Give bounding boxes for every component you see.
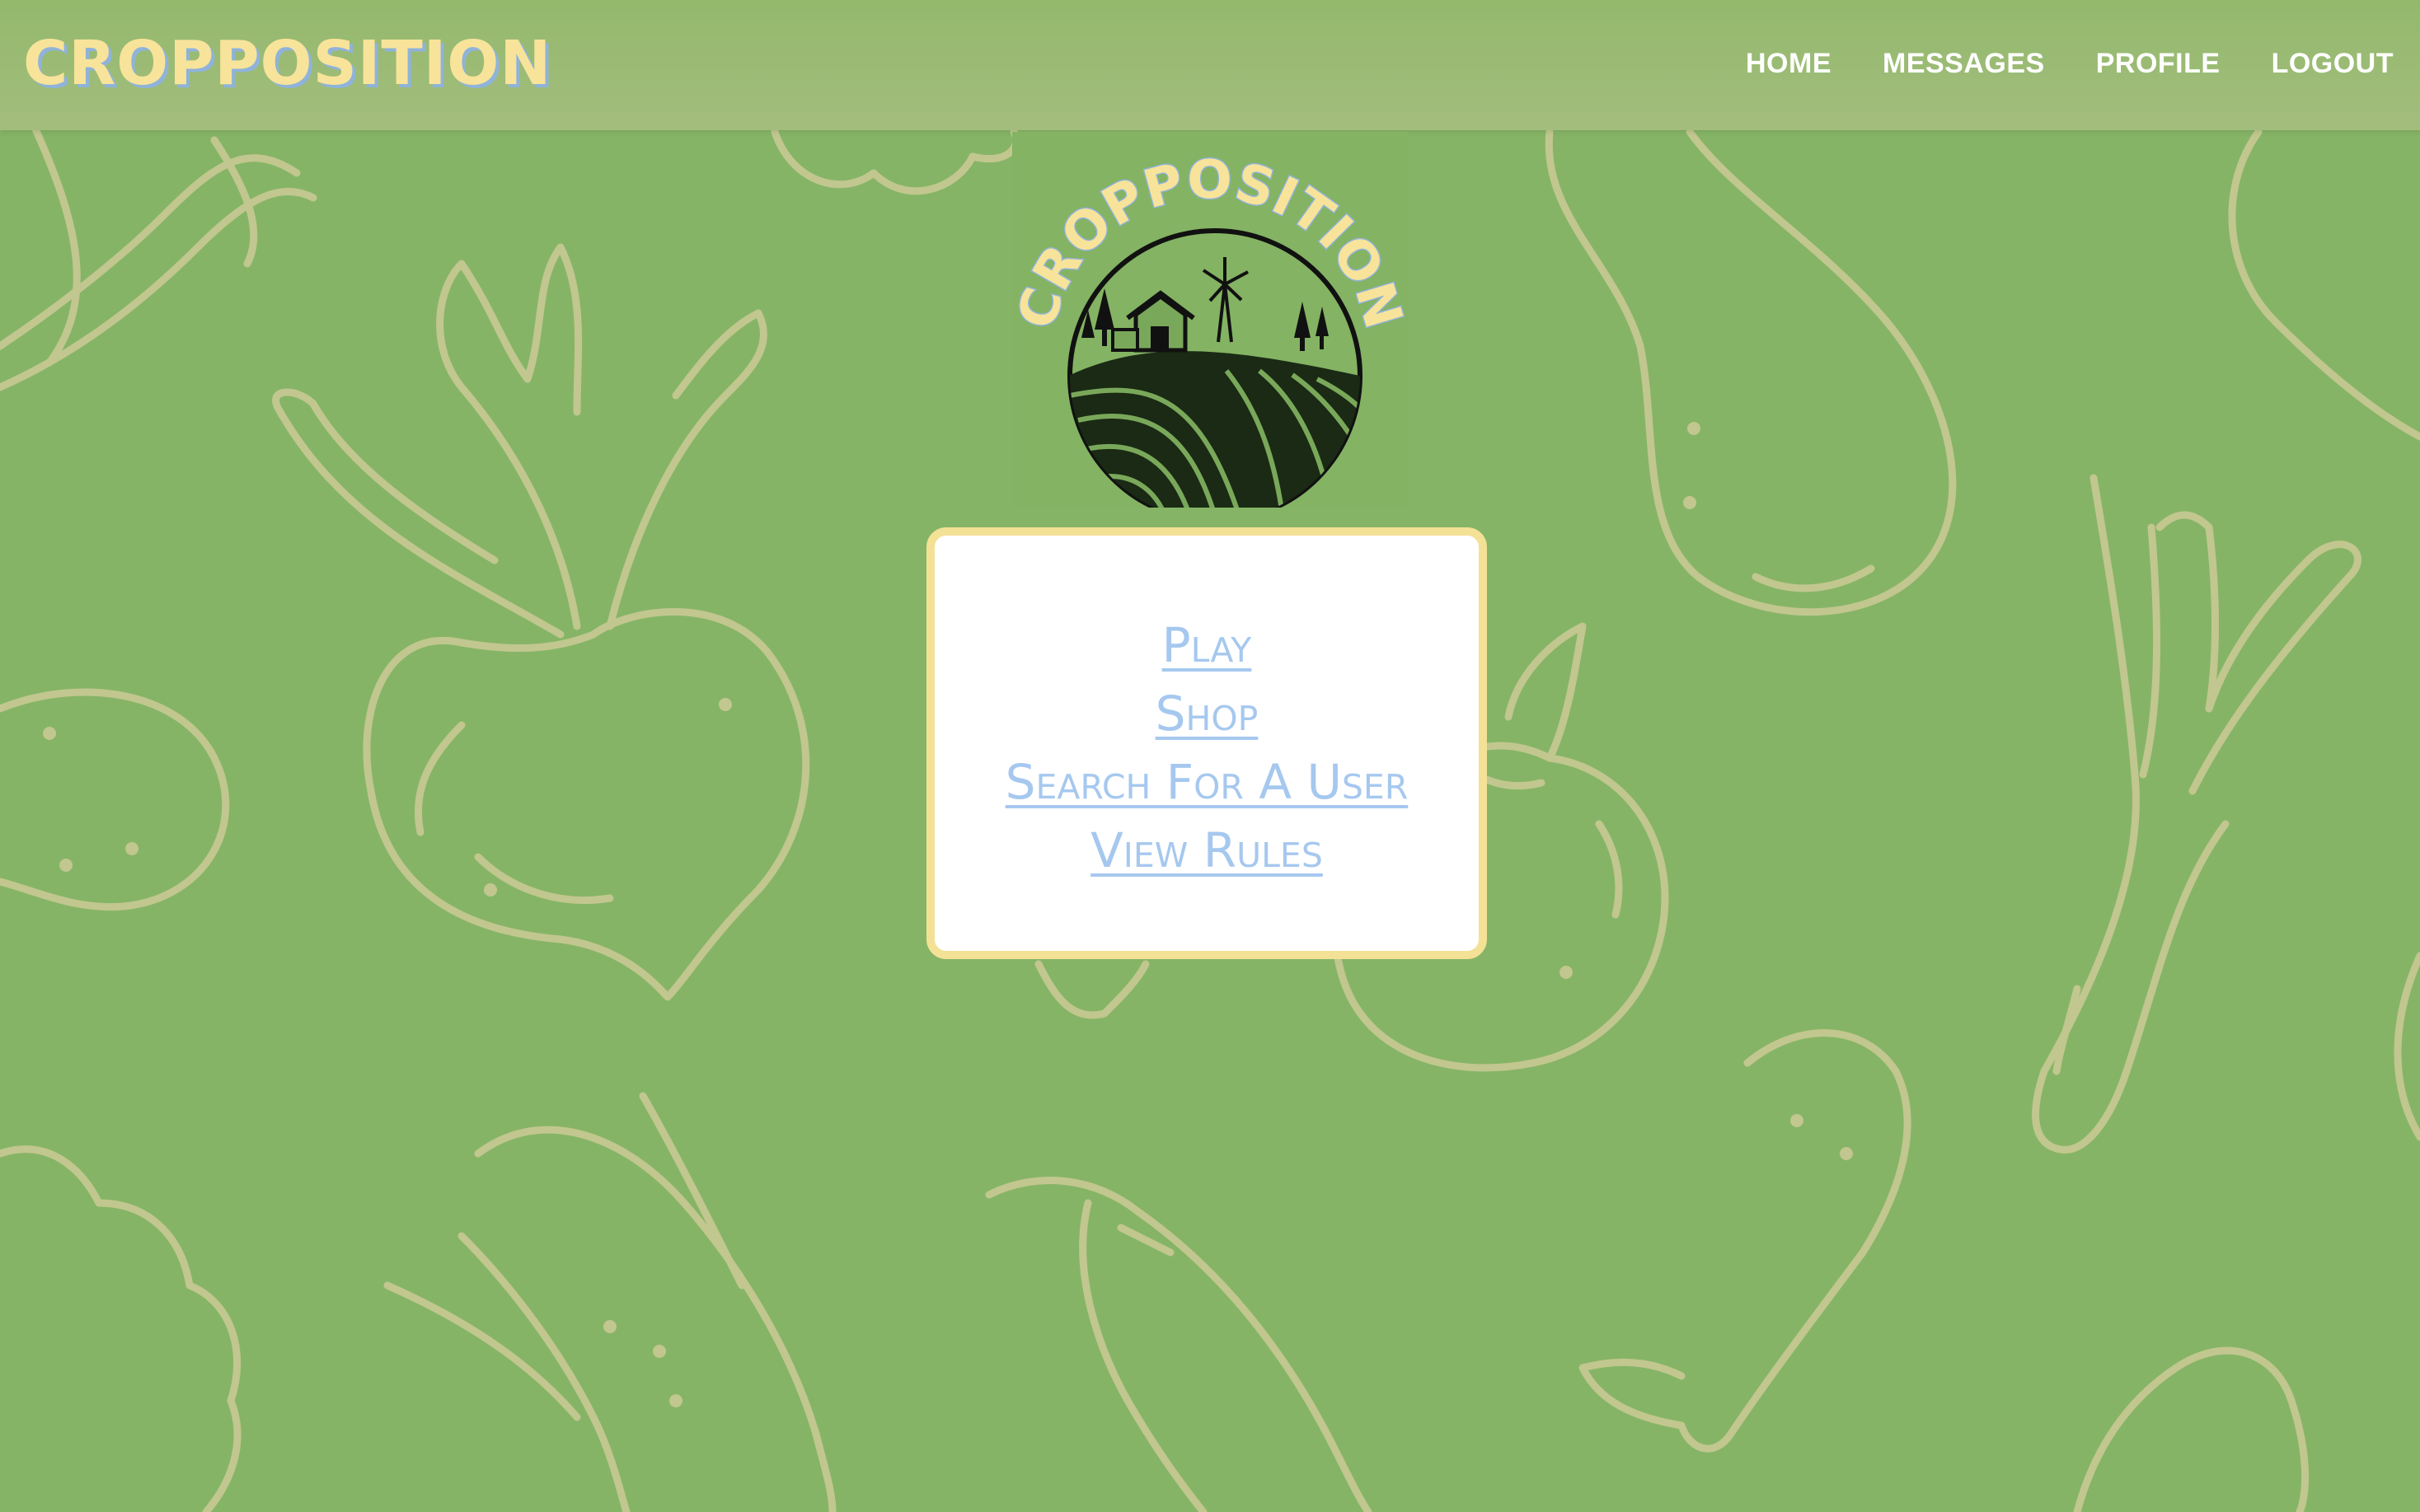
nav-messages-link[interactable]: MESSAGES bbox=[1883, 48, 2045, 80]
nav-profile-link[interactable]: PROFILE bbox=[2096, 48, 2221, 80]
nav-links: HOME MESSAGES PROFILE LOGOUT bbox=[1746, 48, 2394, 80]
windmill-icon bbox=[1202, 257, 1249, 343]
cropposition-logo: CROPPOSITION bbox=[1012, 132, 1408, 508]
svg-text:CROPPOSITION: CROPPOSITION bbox=[1012, 150, 1408, 335]
beet-doodle-icon bbox=[272, 243, 810, 1001]
main-menu-card: Play Shop Search For A User View Rules bbox=[926, 527, 1487, 959]
brand-title[interactable]: CROPPOSITION bbox=[23, 28, 551, 99]
logo-text: CROPPOSITION bbox=[1012, 148, 1408, 336]
shop-link[interactable]: Shop bbox=[935, 680, 1479, 748]
broccoli-doodle-icon bbox=[0, 1145, 242, 1512]
nav-home-link[interactable]: HOME bbox=[1746, 48, 1831, 80]
eggplant-doodle-icon bbox=[1578, 1029, 1911, 1453]
nav-logout-link[interactable]: LOGOUT bbox=[2272, 48, 2394, 80]
leek-doodle-icon bbox=[0, 119, 317, 391]
farm-emblem-icon: CROPPOSITION bbox=[1012, 148, 1408, 508]
leaf-doodle-icon bbox=[2394, 952, 2420, 1141]
eggplant-doodle-icon bbox=[1545, 128, 1957, 616]
menu-list: Play Shop Search For A User View Rules bbox=[935, 611, 1479, 885]
tomato-top-doodle-icon bbox=[1034, 960, 1150, 1019]
leaf-doodle-icon bbox=[2073, 1346, 2310, 1512]
view-rules-link[interactable]: View Rules bbox=[935, 817, 1479, 885]
zucchini-doodle-icon bbox=[985, 1177, 1372, 1512]
leek-doodle-icon bbox=[2032, 474, 2361, 1154]
potato-doodle-icon bbox=[0, 688, 230, 911]
leaf-doodle-icon bbox=[2228, 128, 2420, 441]
top-navbar: CROPPOSITION HOME MESSAGES PROFILE LOGOU… bbox=[0, 0, 2420, 130]
barn-icon bbox=[1111, 290, 1195, 353]
corn-doodle-icon bbox=[383, 1092, 837, 1512]
play-link[interactable]: Play bbox=[935, 611, 1479, 680]
search-user-link[interactable]: Search For A User bbox=[935, 748, 1479, 817]
bush-doodle-icon bbox=[771, 128, 1020, 195]
